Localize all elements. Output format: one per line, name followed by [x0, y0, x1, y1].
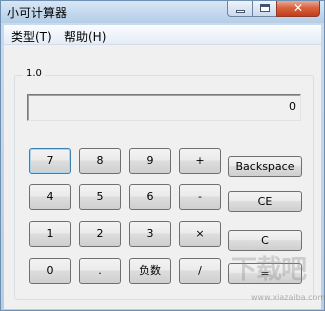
result-display: 0	[27, 94, 301, 121]
key-5[interactable]: 5	[79, 184, 121, 210]
key-divide[interactable]: /	[179, 258, 221, 284]
watermark-logo: 下载吧	[231, 255, 307, 285]
key-negate[interactable]: 负数	[129, 258, 171, 284]
key-6[interactable]: 6	[129, 184, 171, 210]
key-7[interactable]: 7	[29, 148, 71, 174]
key-1[interactable]: 1	[29, 221, 71, 247]
key-9[interactable]: 9	[129, 148, 171, 174]
close-button[interactable]: ✕	[276, 1, 320, 17]
key-2[interactable]: 2	[79, 221, 121, 247]
c-button[interactable]: C	[228, 230, 302, 251]
group-label: 1.0	[23, 68, 45, 79]
key-8[interactable]: 8	[79, 148, 121, 174]
maximize-icon	[260, 4, 270, 12]
menu-bar: 类型(T) 帮助(H)	[4, 25, 321, 45]
key-minus[interactable]: -	[179, 184, 221, 210]
maximize-button[interactable]	[252, 1, 277, 17]
title-bar[interactable]: 小可计算器 ✕	[1, 1, 324, 23]
window-title: 小可计算器	[7, 6, 68, 20]
key-3[interactable]: 3	[129, 221, 171, 247]
key-decimal[interactable]: .	[79, 258, 121, 284]
key-plus[interactable]: +	[179, 148, 221, 174]
display-value: 0	[289, 100, 296, 113]
minimize-icon	[236, 10, 245, 13]
backspace-button[interactable]: Backspace	[228, 156, 302, 177]
minimize-button[interactable]	[227, 1, 253, 17]
key-4[interactable]: 4	[29, 184, 71, 210]
watermark-url: www.xiazaiba.com	[251, 293, 325, 302]
menu-help[interactable]: 帮助(H)	[64, 28, 106, 45]
key-multiply[interactable]: ×	[179, 221, 221, 247]
key-0[interactable]: 0	[29, 258, 71, 284]
menu-type[interactable]: 类型(T)	[11, 28, 52, 45]
close-icon: ✕	[292, 1, 304, 15]
calculator-window: 小可计算器 ✕ 类型(T) 帮助(H) 1.0 0 7 8 9 + 4 5 6 …	[0, 0, 325, 311]
ce-button[interactable]: CE	[228, 191, 302, 212]
